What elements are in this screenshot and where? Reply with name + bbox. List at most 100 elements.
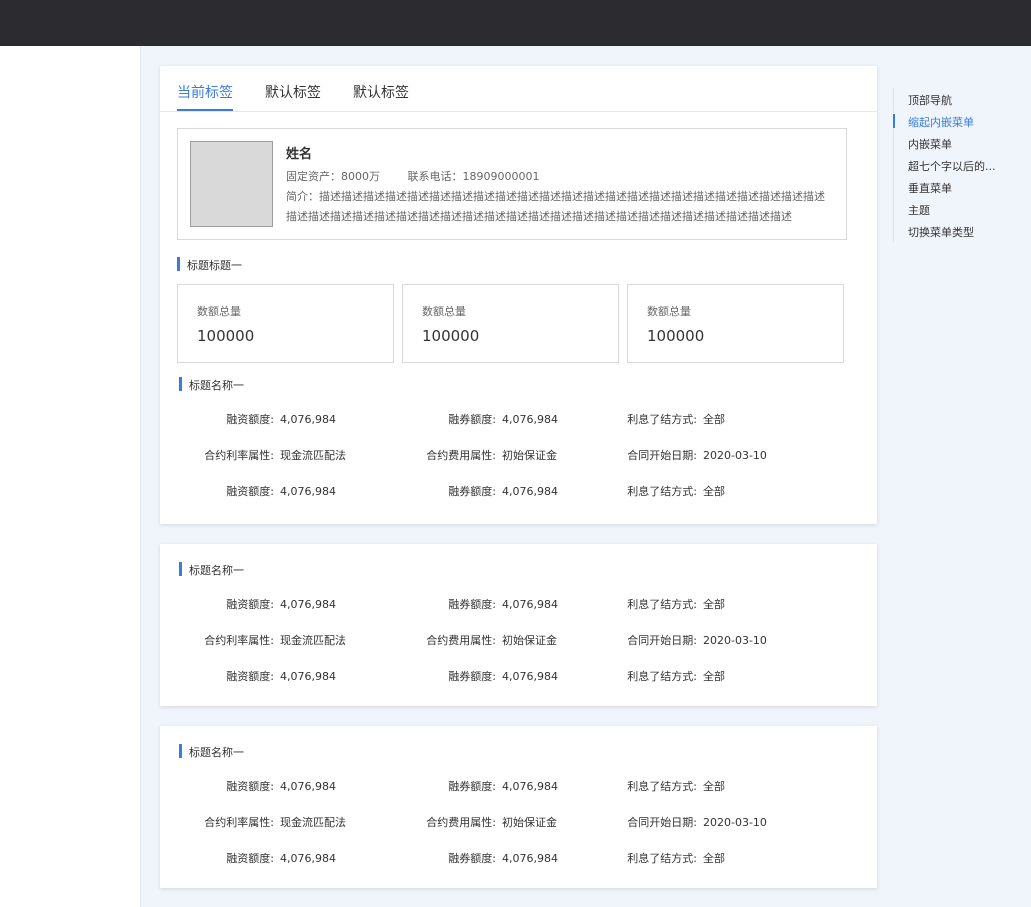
tab-bar: 当前标签 默认标签 默认标签 (160, 66, 877, 112)
detail-field: 合约费用属性: 初始保证金 (376, 814, 557, 830)
field-value: 4,076,984 (280, 852, 336, 865)
field-label: 合约费用属性: (426, 634, 496, 647)
field-value: 全部 (703, 485, 725, 498)
detail-field: 融券额度: 4,076,984 (376, 778, 558, 794)
field-value: 全部 (703, 780, 725, 793)
stat-card: 数额总量 100000 (177, 284, 394, 363)
desc-label: 简介： (286, 190, 319, 203)
field-label: 融券额度: (448, 413, 496, 426)
detail-field: 利息了结方式: 全部 (597, 483, 725, 499)
field-label: 合约利率属性: (204, 449, 274, 462)
field-value: 4,076,984 (280, 598, 336, 611)
section-title: 标题标题一 (177, 257, 242, 273)
field-label: 利息了结方式: (627, 598, 697, 611)
detail-field: 利息了结方式: 全部 (597, 596, 725, 612)
detail-field: 融资额度: 4,076,984 (154, 596, 336, 612)
field-label: 利息了结方式: (627, 780, 697, 793)
field-value: 4,076,984 (502, 852, 558, 865)
stat-value: 100000 (197, 327, 255, 345)
anchor-nav-item[interactable]: 垂直菜单 (908, 180, 952, 196)
detail-field: 合同开始日期: 2020-03-10 (597, 814, 767, 830)
field-label: 融券额度: (448, 852, 496, 865)
stat-card: 数额总量 100000 (627, 284, 844, 363)
field-value: 全部 (703, 413, 725, 426)
field-value: 现金流匹配法 (280, 634, 346, 647)
detail-field: 融资额度: 4,076,984 (154, 850, 336, 866)
anchor-nav-item[interactable]: 主题 (908, 202, 930, 218)
detail-field: 合约利率属性: 现金流匹配法 (154, 632, 346, 648)
detail-field: 融券额度: 4,076,984 (376, 668, 558, 684)
anchor-nav-item[interactable]: 内嵌菜单 (908, 136, 952, 152)
profile-meta: 固定资产：8000万 联系电话：18909000001 (286, 168, 539, 184)
detail-field: 合约费用属性: 初始保证金 (376, 632, 557, 648)
stat-card: 数额总量 100000 (402, 284, 619, 363)
phone-value: 18909000001 (462, 170, 540, 183)
field-value: 现金流匹配法 (280, 449, 346, 462)
profile-card: 姓名 固定资产：8000万 联系电话：18909000001 简介：描述描述描述… (177, 128, 847, 240)
detail-title: 标题名称一 (179, 744, 244, 760)
anchor-active-indicator (893, 114, 895, 128)
stat-value: 100000 (647, 327, 705, 345)
detail-card: 标题名称一 融资额度: 4,076,984 融券额度: 4,076,984 利息了结方式… (160, 544, 877, 706)
field-value: 4,076,984 (502, 598, 558, 611)
tab-default-2[interactable]: 默认标签 (353, 82, 409, 102)
anchor-nav-item[interactable]: 超七个字以后的... (908, 158, 996, 174)
stat-value: 100000 (422, 327, 480, 345)
tab-default-1[interactable]: 默认标签 (265, 82, 321, 102)
field-label: 融资额度: (226, 485, 274, 498)
field-value: 4,076,984 (280, 413, 336, 426)
field-label: 融券额度: (448, 780, 496, 793)
detail-field: 融资额度: 4,076,984 (154, 483, 336, 499)
field-value: 4,076,984 (280, 485, 336, 498)
field-label: 合约利率属性: (204, 634, 274, 647)
detail-field: 融券额度: 4,076,984 (376, 596, 558, 612)
anchor-nav-item[interactable]: 顶部导航 (908, 92, 952, 108)
stat-label: 数额总量 (422, 305, 466, 318)
field-value: 4,076,984 (502, 670, 558, 683)
field-label: 融券额度: (448, 598, 496, 611)
field-value: 4,076,984 (280, 780, 336, 793)
field-value: 全部 (703, 670, 725, 683)
field-label: 合同开始日期: (627, 634, 697, 647)
detail-field: 利息了结方式: 全部 (597, 778, 725, 794)
field-value: 4,076,984 (502, 780, 558, 793)
info-card: 当前标签 默认标签 默认标签 姓名 固定资产：8000万 联系电话：189090… (160, 66, 877, 524)
active-tab-indicator (177, 109, 233, 111)
detail-field: 融券额度: 4,076,984 (376, 483, 558, 499)
field-value: 全部 (703, 598, 725, 611)
field-value: 4,076,984 (280, 670, 336, 683)
tab-current[interactable]: 当前标签 (177, 82, 233, 102)
detail-field: 融资额度: 4,076,984 (154, 668, 336, 684)
detail-title: 标题名称一 (179, 562, 244, 578)
field-value: 全部 (703, 852, 725, 865)
detail-field: 利息了结方式: 全部 (597, 411, 725, 427)
assets-label: 固定资产： (286, 170, 341, 183)
detail-card: 标题名称一 融资额度: 4,076,984 融券额度: 4,076,984 利息了结方式… (160, 726, 877, 888)
detail-field: 合约利率属性: 现金流匹配法 (154, 814, 346, 830)
detail-field: 利息了结方式: 全部 (597, 668, 725, 684)
desc-value: 描述描述描述描述描述描述描述描述描述描述描述描述描述描述描述描述描述描述描述描述… (286, 190, 825, 223)
field-value: 初始保证金 (502, 449, 557, 462)
detail-field: 融资额度: 4,076,984 (154, 411, 336, 427)
stat-label: 数额总量 (197, 305, 241, 318)
detail-field: 融券额度: 4,076,984 (376, 411, 558, 427)
field-label: 融券额度: (448, 670, 496, 683)
anchor-nav: 顶部导航缩起内嵌菜单 内嵌菜单超七个字以后的... 垂直菜单主题切换菜单类型 (893, 88, 1031, 242)
detail-field: 合同开始日期: 2020-03-10 (597, 447, 767, 463)
field-value: 4,076,984 (502, 485, 558, 498)
detail-field: 融资额度: 4,076,984 (154, 778, 336, 794)
field-label: 融资额度: (226, 780, 274, 793)
field-label: 合同开始日期: (627, 816, 697, 829)
detail-field: 合约费用属性: 初始保证金 (376, 447, 557, 463)
detail-title: 标题名称一 (179, 377, 244, 393)
anchor-nav-item[interactable]: 缩起内嵌菜单 (908, 114, 974, 130)
anchor-nav-item[interactable]: 切换菜单类型 (908, 224, 974, 240)
field-label: 融资额度: (226, 413, 274, 426)
field-label: 合约费用属性: (426, 816, 496, 829)
field-value: 现金流匹配法 (280, 816, 346, 829)
avatar (190, 141, 273, 227)
field-label: 合约利率属性: (204, 816, 274, 829)
field-label: 合同开始日期: (627, 449, 697, 462)
field-value: 4,076,984 (502, 413, 558, 426)
field-label: 融资额度: (226, 598, 274, 611)
